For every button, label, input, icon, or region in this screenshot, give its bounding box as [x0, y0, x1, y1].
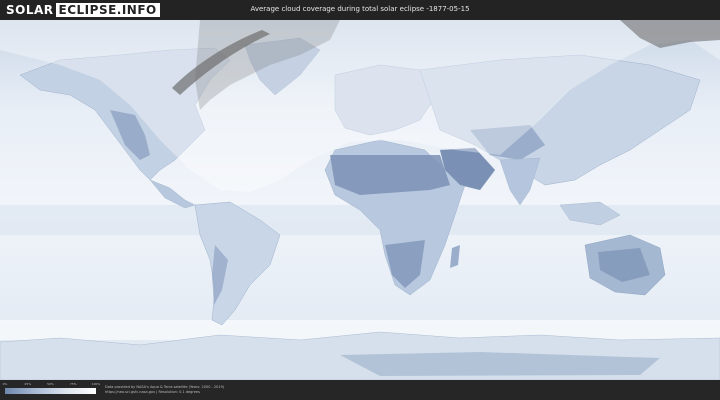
legend-tick: 75% — [69, 382, 77, 386]
top-bar: SOLAR ECLIPSE.INFO Average cloud coverag… — [0, 0, 720, 20]
cloud-coverage-legend — [5, 388, 96, 394]
map-title: Average cloud coverage during total sola… — [250, 5, 470, 13]
legend-ticks: 0% 25% 50% 75% 100% — [2, 382, 101, 387]
footer: 0% 25% 50% 75% 100% Data provided by NAS… — [0, 380, 720, 400]
legend-tick: 0% — [2, 382, 8, 386]
legend-tick: 50% — [47, 382, 54, 386]
sahara-clear — [330, 155, 450, 195]
world-map — [0, 20, 720, 380]
credit-url[interactable]: https://neo.sci.gsfc.nasa.gov | Resoluti… — [105, 390, 224, 395]
legend-tick: 25% — [24, 382, 32, 386]
data-credit: Data provided by NASA's Aqua & Terra sat… — [105, 385, 224, 395]
legend-tick: 100% — [91, 382, 101, 386]
cloud-coverage-map[interactable] — [0, 20, 720, 380]
